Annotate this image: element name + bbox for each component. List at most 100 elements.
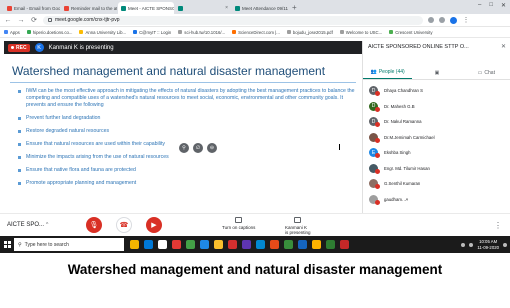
taskbar-app-icon[interactable]: [158, 240, 167, 249]
captions-button[interactable]: Turn on captions: [222, 217, 255, 230]
taskbar-app-icon[interactable]: [228, 240, 237, 249]
taskbar-app-icon[interactable]: [312, 240, 321, 249]
browser-tab[interactable]: Meet Attendance 09/11/2020×: [232, 2, 288, 14]
participant-row[interactable]: D Dr. Nakul Ramanna: [363, 114, 510, 130]
browser-tab[interactable]: Email - Email from Google×: [4, 2, 60, 14]
panel-meeting-title: AICTE SPONSORED ONLINE STTP O...: [368, 44, 469, 50]
bookmarks-bar: Apps hiperio.doetions.co... Anna Universit…: [0, 27, 510, 38]
close-tab-icon[interactable]: ×: [225, 5, 228, 11]
presentation-slide: Watershed management and natural disaste…: [4, 54, 362, 212]
slide-bullet: Prevent further land degradation: [18, 115, 356, 122]
bookmark-item[interactable]: Crescent University: [389, 30, 432, 35]
bookmark-item[interactable]: ScienceDirect.com |...: [232, 30, 280, 35]
taskbar-app-icon[interactable]: [270, 240, 279, 249]
reload-icon[interactable]: ⟳: [30, 16, 38, 24]
taskbar-app-icon[interactable]: [172, 240, 181, 249]
extension-icon[interactable]: [428, 17, 434, 23]
participant-row[interactable]: D Dr. Mahesh G.B: [363, 99, 510, 115]
muted-icon: [375, 184, 380, 190]
taskbar-app-icon[interactable]: [214, 240, 223, 249]
bookmark-label: hiperio.doetions.co...: [32, 29, 73, 35]
participant-row[interactable]: E Ekshba Singh: [363, 145, 510, 161]
network-icon[interactable]: [461, 242, 466, 247]
recording-label: REC: [16, 44, 27, 51]
profile-avatar[interactable]: [450, 16, 457, 24]
slide-bullet: Restore degraded natural resources: [18, 128, 356, 135]
url-text: meet.google.com/cnx-tjtr-pvp: [55, 17, 120, 23]
lock-icon: [48, 18, 52, 22]
bookmark-label: sci-hub.tw/10.1016/...: [184, 29, 226, 35]
bookmark-label: bojudu_jose2015.pdf: [292, 29, 333, 35]
close-window-icon[interactable]: ✕: [501, 2, 506, 9]
start-button[interactable]: [0, 236, 14, 253]
notification-icon[interactable]: [503, 242, 507, 247]
taskbar-app-icon[interactable]: [340, 240, 349, 249]
remove-icon[interactable]: ⊖: [207, 143, 217, 153]
bookmark-label: Welcome to USC...: [345, 29, 383, 35]
taskbar-app-icon[interactable]: [284, 240, 293, 249]
slide-bullet-list: IWM can be the most effective approach i…: [18, 88, 356, 193]
tab-favicon-icon: [121, 5, 126, 11]
leave-call-icon[interactable]: ☎: [116, 217, 132, 233]
participant-row[interactable]: D Dhaya Chandhran S: [363, 83, 510, 99]
close-panel-icon[interactable]: ✕: [501, 43, 506, 50]
participant-name: Dr.M.Jemimah Carmichael: [384, 134, 435, 140]
microphone-off-icon[interactable]: 🎙: [86, 217, 102, 233]
bookmark-item[interactable]: Welcome to USC...: [339, 29, 383, 35]
camera-off-icon[interactable]: ▶: [146, 217, 162, 233]
taskbar-app-icon[interactable]: [256, 240, 265, 249]
bookmark-icon: [389, 30, 394, 34]
windows-taskbar: ⚲ Type here to search 10:05 AM 11-09-202…: [0, 236, 510, 253]
mute-speaker-icon[interactable]: ∅: [193, 143, 203, 153]
recording-badge: REC: [8, 43, 30, 52]
volume-icon[interactable]: [469, 242, 474, 247]
participant-row[interactable]: gaudham. .A: [363, 192, 510, 208]
taskbar-app-icon[interactable]: [298, 240, 307, 249]
taskbar-app-icon[interactable]: [186, 240, 195, 249]
back-arrow-icon[interactable]: ←: [4, 17, 12, 24]
maximize-icon[interactable]: □: [489, 2, 493, 9]
slide-title: Watershed management and natural disaste…: [12, 64, 326, 78]
url-field[interactable]: meet.google.com/cnx-tjtr-pvp: [43, 15, 423, 25]
bookmark-item[interactable]: sci-hub.tw/10.1016/...: [178, 30, 225, 35]
bookmark-item[interactable]: hiperio.doetions.co...: [26, 29, 73, 35]
chat-icon: ▭: [477, 69, 483, 76]
bookmark-item[interactable]: Apps: [4, 30, 20, 35]
participant-row[interactable]: G.Senthil Kumaran: [363, 176, 510, 192]
participant-row[interactable]: Engr. Md. Tilumir Hasan: [363, 161, 510, 177]
tab-favicon-icon: [235, 5, 240, 11]
browser-menu-icon[interactable]: ⋮: [462, 16, 470, 24]
tab-favicon-icon: [64, 5, 69, 11]
meeting-details-button[interactable]: AICTE SPO... ^: [7, 222, 48, 228]
presenter-label: Kanmani K is presenting: [48, 44, 114, 51]
pin-icon[interactable]: ⚲: [179, 143, 189, 153]
browser-tab[interactable]: ×: [175, 2, 231, 14]
minimize-icon[interactable]: –: [478, 2, 481, 9]
taskbar-app-icon[interactable]: [242, 240, 251, 249]
chevron-up-icon: ^: [46, 222, 49, 228]
bookmark-item[interactable]: bojudu_jose2015.pdf: [286, 29, 333, 35]
tab-chat[interactable]: ▭ Chat: [462, 66, 510, 79]
bookmark-item[interactable]: C@myIT :: Login: [133, 30, 171, 35]
window-controls: – □ ✕: [478, 2, 506, 9]
bookmark-label: C@myIT :: Login: [139, 29, 172, 35]
tab-people[interactable]: 👥 People (44): [363, 66, 413, 79]
participant-row[interactable]: Dr.M.Jemimah Carmichael: [363, 130, 510, 146]
taskbar-search[interactable]: ⚲ Type here to search: [14, 238, 124, 251]
taskbar-app-icon[interactable]: [326, 240, 335, 249]
extension-icon[interactable]: [439, 17, 445, 23]
presentation-controls: ⚲ ∅ ⊖: [179, 143, 217, 153]
captions-label: Turn on captions: [222, 225, 256, 230]
taskbar-app-icon[interactable]: [200, 240, 209, 249]
forward-arrow-icon[interactable]: →: [17, 17, 25, 24]
taskbar-clock[interactable]: 10:05 AM 11-09-2020: [477, 239, 499, 250]
new-tab-button[interactable]: +: [292, 3, 297, 12]
bookmark-item[interactable]: Anna University Lib...: [79, 30, 126, 35]
tab-info[interactable]: ▣: [412, 66, 461, 79]
taskbar-app-icon[interactable]: [130, 240, 139, 249]
taskbar-app-icon[interactable]: [144, 240, 153, 249]
browser-tab[interactable]: Reminder mail to the attendees×: [61, 2, 117, 14]
browser-tab[interactable]: Meet - AICTE SPONSORED×: [118, 2, 174, 14]
presenting-button[interactable]: Kanmani Kis presenting: [285, 217, 311, 235]
more-options-icon[interactable]: ⋮: [494, 221, 502, 230]
